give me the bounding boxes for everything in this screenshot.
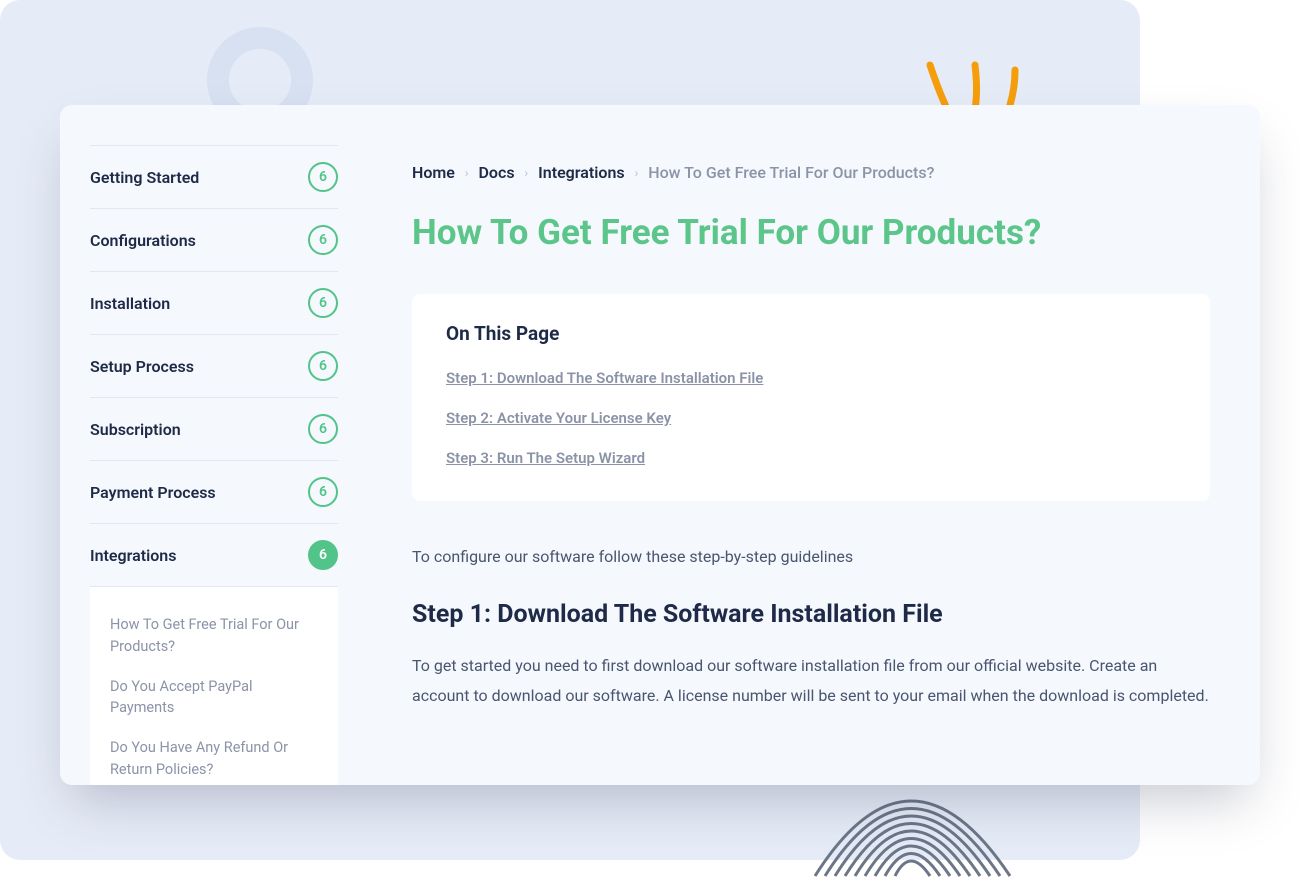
sidebar-item-payment-process[interactable]: Payment Process 6 xyxy=(90,460,338,523)
sidebar-sub-item[interactable]: How To Get Free Trial For Our Products? xyxy=(110,605,318,667)
sidebar-item-count-badge: 6 xyxy=(308,477,338,507)
chevron-right-icon: › xyxy=(635,166,639,180)
sidebar-item-getting-started[interactable]: Getting Started 6 xyxy=(90,145,338,208)
breadcrumb-current: How To Get Free Trial For Our Products? xyxy=(648,163,934,182)
toc-list: Step 1: Download The Software Installati… xyxy=(446,369,1176,467)
toc-link-step-3[interactable]: Step 3: Run The Setup Wizard xyxy=(446,449,1176,467)
sidebar-item-integrations[interactable]: Integrations 6 xyxy=(90,523,338,587)
page-title: How To Get Free Trial For Our Products? xyxy=(412,212,1210,254)
sidebar-item-count-badge: 6 xyxy=(308,288,338,318)
sidebar-item-label: Integrations xyxy=(90,546,176,565)
section-heading-step-1: Step 1: Download The Software Installati… xyxy=(412,600,1210,629)
breadcrumb-docs[interactable]: Docs xyxy=(479,163,515,182)
main-content: Home › Docs › Integrations › How To Get … xyxy=(338,105,1260,785)
sidebar-category-list: Getting Started 6 Configurations 6 Insta… xyxy=(90,145,338,587)
content-card: Getting Started 6 Configurations 6 Insta… xyxy=(60,105,1260,785)
sidebar-item-label: Subscription xyxy=(90,420,181,439)
sidebar-sub-item[interactable]: Do You Accept PayPal Payments xyxy=(110,667,318,729)
sidebar: Getting Started 6 Configurations 6 Insta… xyxy=(60,105,338,785)
sidebar-item-count-badge: 6 xyxy=(308,162,338,192)
toc-heading: On This Page xyxy=(446,322,1176,345)
breadcrumb-home[interactable]: Home xyxy=(412,163,455,182)
breadcrumb: Home › Docs › Integrations › How To Get … xyxy=(412,163,1210,182)
sidebar-item-count-badge: 6 xyxy=(308,540,338,570)
sidebar-sub-list: How To Get Free Trial For Our Products? … xyxy=(90,587,338,785)
table-of-contents: On This Page Step 1: Download The Softwa… xyxy=(412,294,1210,501)
sidebar-item-label: Configurations xyxy=(90,231,196,250)
toc-link-step-1[interactable]: Step 1: Download The Software Installati… xyxy=(446,369,1176,387)
section-body-step-1: To get started you need to first downloa… xyxy=(412,651,1210,710)
sidebar-item-count-badge: 6 xyxy=(308,225,338,255)
sidebar-item-installation[interactable]: Installation 6 xyxy=(90,271,338,334)
sidebar-item-label: Payment Process xyxy=(90,483,216,502)
sidebar-item-count-badge: 6 xyxy=(308,351,338,381)
sidebar-item-setup-process[interactable]: Setup Process 6 xyxy=(90,334,338,397)
breadcrumb-integrations[interactable]: Integrations xyxy=(538,163,624,182)
sidebar-item-label: Setup Process xyxy=(90,357,194,376)
chevron-right-icon: › xyxy=(465,166,469,180)
sidebar-item-count-badge: 6 xyxy=(308,414,338,444)
sidebar-item-subscription[interactable]: Subscription 6 xyxy=(90,397,338,460)
sidebar-item-label: Installation xyxy=(90,294,170,313)
toc-link-step-2[interactable]: Step 2: Activate Your License Key xyxy=(446,409,1176,427)
sidebar-item-configurations[interactable]: Configurations 6 xyxy=(90,208,338,271)
sidebar-sub-item[interactable]: Do You Have Any Refund Or Return Policie… xyxy=(110,728,318,785)
sidebar-item-label: Getting Started xyxy=(90,168,199,187)
chevron-right-icon: › xyxy=(525,166,529,180)
intro-paragraph: To configure our software follow these s… xyxy=(412,547,1210,566)
